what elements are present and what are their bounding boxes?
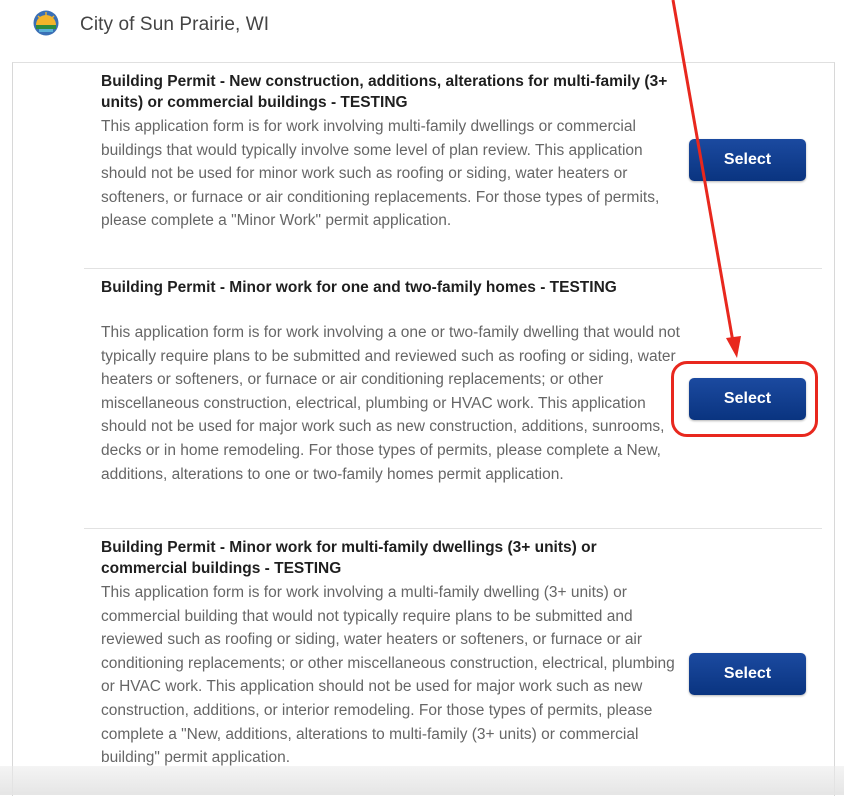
permit-description: This application form is for work involv… bbox=[101, 584, 675, 767]
bottom-scroll-fade bbox=[0, 766, 844, 795]
permit-description: This application form is for work involv… bbox=[101, 118, 660, 230]
select-button[interactable]: Select bbox=[689, 139, 806, 181]
city-logo-icon bbox=[33, 10, 59, 36]
select-button[interactable]: Select bbox=[689, 653, 806, 695]
header-bar: City of Sun Prairie, WI bbox=[0, 0, 844, 48]
permit-title: Building Permit - Minor work for one and… bbox=[101, 279, 617, 296]
permit-title: Building Permit - New construction, addi… bbox=[101, 73, 668, 111]
highlight-ring bbox=[671, 361, 818, 437]
permit-title: Building Permit - Minor work for multi-f… bbox=[101, 539, 597, 577]
permit-description: This application form is for work involv… bbox=[101, 324, 680, 483]
page-title: City of Sun Prairie, WI bbox=[80, 14, 270, 35]
